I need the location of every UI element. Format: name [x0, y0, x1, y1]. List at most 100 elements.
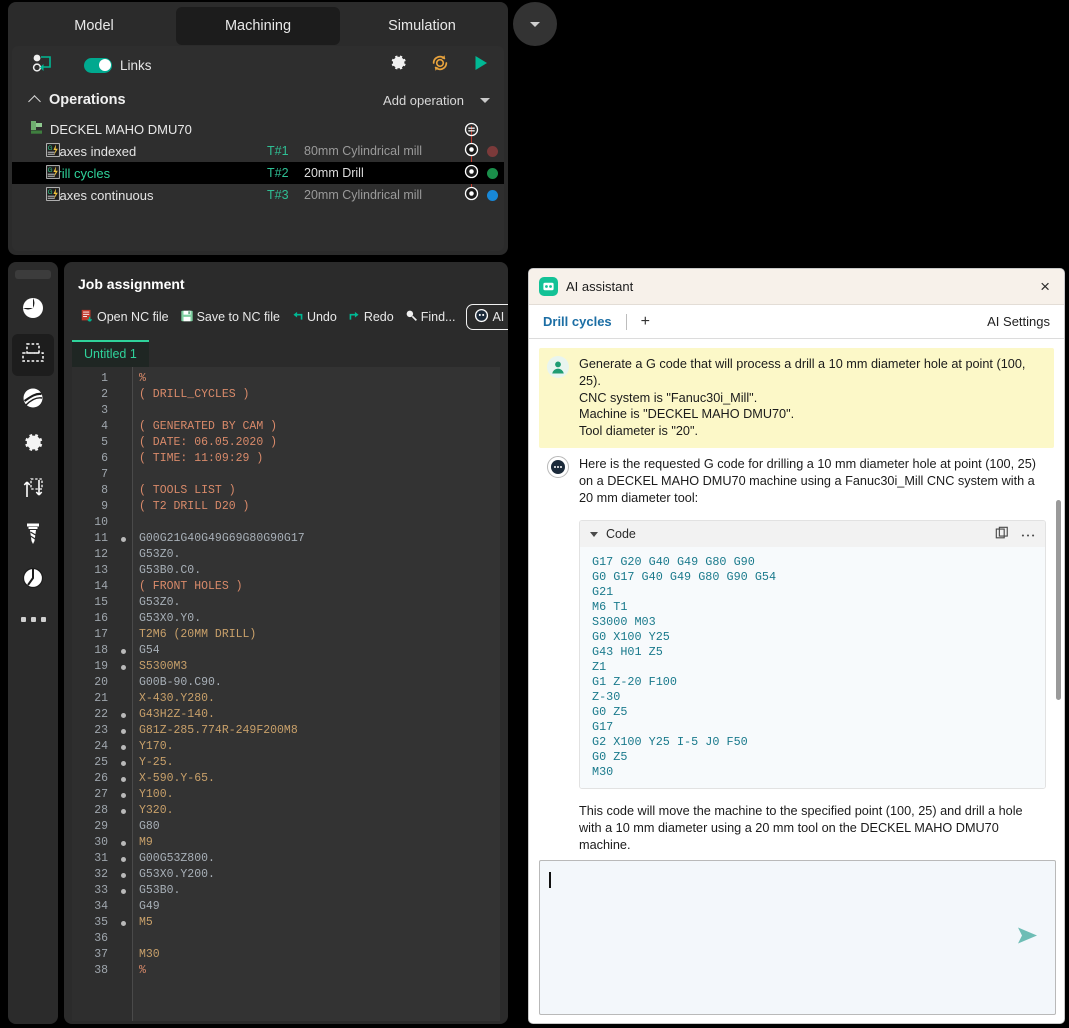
tab-model[interactable]: Model [12, 7, 176, 45]
job-assignment-title: Job assignment [64, 262, 508, 292]
editor-breakpoint-marker[interactable] [114, 899, 132, 915]
tab-simulation[interactable]: Simulation [340, 7, 504, 45]
editor-breakpoint-marker[interactable] [114, 787, 132, 803]
operation-visibility-icon[interactable] [464, 186, 479, 204]
editor-breakpoint-column[interactable] [114, 367, 132, 1021]
editor-breakpoint-marker[interactable] [114, 435, 132, 451]
open-nc-file-button[interactable]: Open NC file [76, 306, 173, 329]
tree-row-operation[interactable]: G Drill cycles T#2 20mm Drill [12, 162, 504, 184]
editor-breakpoint-marker[interactable] [114, 835, 132, 851]
editor-breakpoint-marker[interactable] [114, 579, 132, 595]
send-icon[interactable] [1017, 926, 1039, 949]
sidebar-item-stock[interactable] [12, 334, 54, 376]
editor-breakpoint-marker[interactable] [114, 723, 132, 739]
editor-breakpoint-marker[interactable] [114, 771, 132, 787]
sidebar-item-settings[interactable] [12, 424, 54, 466]
more-icon[interactable] [1021, 527, 1035, 541]
editor-breakpoint-marker[interactable] [114, 867, 132, 883]
copy-icon[interactable] [995, 526, 1009, 543]
editor-breakpoint-marker[interactable] [114, 691, 132, 707]
editor-breakpoint-marker[interactable] [114, 915, 132, 931]
editor-code-line: ( FRONT HOLES ) [139, 579, 500, 595]
add-operation-button[interactable]: Add operation [383, 93, 464, 108]
link-points-icon[interactable] [32, 53, 54, 78]
sidebar-item-shading-sphere[interactable] [12, 289, 54, 331]
editor-breakpoint-marker[interactable] [114, 739, 132, 755]
play-icon[interactable] [472, 54, 490, 77]
editor-breakpoint-marker[interactable] [114, 803, 132, 819]
ai-chat-tab-drill-cycles[interactable]: Drill cycles [543, 314, 612, 329]
editor-breakpoint-marker[interactable] [114, 611, 132, 627]
editor-breakpoint-marker[interactable] [114, 643, 132, 659]
editor-breakpoint-marker[interactable] [114, 675, 132, 691]
links-switch[interactable] [84, 58, 112, 73]
more-options-icon[interactable] [8, 617, 58, 622]
rail-drag-handle[interactable] [15, 270, 51, 279]
operation-visibility-icon[interactable] [464, 142, 479, 160]
operation-visibility-icon[interactable] [464, 164, 479, 182]
tree-row-operation[interactable]: G 5-axes indexed T#1 80mm Cylindrical mi… [12, 140, 504, 162]
nc-code-editor[interactable]: 1234567891011121314151617181920212223242… [72, 367, 500, 1021]
editor-breakpoint-marker[interactable] [114, 851, 132, 867]
editor-breakpoint-marker[interactable] [114, 755, 132, 771]
editor-code-area[interactable]: %( DRILL_CYCLES ) ( GENERATED BY CAM )( … [132, 367, 500, 1021]
editor-line-number: 32 [72, 867, 114, 883]
ai-chat-input[interactable] [540, 861, 1055, 1014]
ai-settings-button[interactable]: AI Settings [987, 314, 1050, 329]
tree-row-machine[interactable]: DECKEL MAHO DMU70 [12, 118, 504, 140]
sidebar-item-tooling[interactable] [12, 514, 54, 556]
editor-breakpoint-marker[interactable] [114, 403, 132, 419]
editor-breakpoint-marker[interactable] [114, 451, 132, 467]
editor-breakpoint-marker[interactable] [114, 467, 132, 483]
tab-machining[interactable]: Machining [176, 7, 340, 45]
redo-button[interactable]: Redo [344, 306, 398, 328]
editor-breakpoint-marker[interactable] [114, 595, 132, 611]
close-icon[interactable]: × [1036, 278, 1054, 295]
operation-color-dot[interactable] [487, 190, 498, 201]
operation-color-dot[interactable] [487, 168, 498, 179]
editor-breakpoint-marker[interactable] [114, 483, 132, 499]
editor-breakpoint-marker[interactable] [114, 963, 132, 979]
editor-breakpoint-marker[interactable] [114, 819, 132, 835]
links-toggle[interactable]: Links [84, 58, 152, 73]
add-operation-chevron-icon[interactable] [480, 98, 490, 103]
editor-breakpoint-marker[interactable] [114, 931, 132, 947]
editor-breakpoint-marker[interactable] [114, 883, 132, 899]
gear-icon[interactable] [389, 53, 408, 77]
editor-breakpoint-marker[interactable] [114, 947, 132, 963]
editor-line-number: 11 [72, 531, 114, 547]
editor-breakpoint-marker[interactable] [114, 515, 132, 531]
editor-breakpoint-marker[interactable] [114, 547, 132, 563]
editor-breakpoint-marker[interactable] [114, 659, 132, 675]
operation-color-dot[interactable] [487, 146, 498, 157]
save-nc-file-button[interactable]: Save to NC file [176, 306, 284, 329]
find-button[interactable]: Find... [401, 306, 460, 328]
editor-breakpoint-marker[interactable] [114, 419, 132, 435]
editor-line-number: 2 [72, 387, 114, 403]
new-chat-button[interactable]: + [641, 313, 650, 331]
editor-breakpoint-marker[interactable] [114, 499, 132, 515]
editor-breakpoint-marker[interactable] [114, 707, 132, 723]
sidebar-item-measure[interactable] [12, 559, 54, 601]
panel-options-dropdown-button[interactable] [513, 2, 557, 46]
collapse-all-icon[interactable] [464, 122, 479, 140]
sidebar-item-transform[interactable] [12, 469, 54, 511]
editor-breakpoint-marker[interactable] [114, 387, 132, 403]
editor-breakpoint-marker[interactable] [114, 531, 132, 547]
chat-scrollbar[interactable] [1056, 500, 1061, 700]
sidebar-item-orientation[interactable] [12, 379, 54, 421]
editor-tab-untitled-1[interactable]: Untitled 1 [72, 340, 149, 367]
editor-breakpoint-marker[interactable] [114, 627, 132, 643]
undo-button[interactable]: Undo [287, 306, 341, 328]
measure-gauge-icon [21, 566, 45, 595]
code-collapse-chevron-icon[interactable] [590, 532, 598, 537]
ai-chat-button[interactable]: AI chat [466, 304, 508, 330]
recalculate-icon[interactable] [430, 53, 450, 78]
ai-chat-input-wrapper[interactable] [539, 860, 1056, 1015]
editor-breakpoint-marker[interactable] [114, 563, 132, 579]
editor-breakpoint-marker[interactable] [114, 371, 132, 387]
editor-code-line: G80 [139, 819, 500, 835]
open-nc-file-label: Open NC file [97, 310, 169, 324]
collapse-chevron-icon[interactable] [28, 95, 41, 108]
tree-row-operation[interactable]: G 5-axes continuous T#3 20mm Cylindrical… [12, 184, 504, 206]
